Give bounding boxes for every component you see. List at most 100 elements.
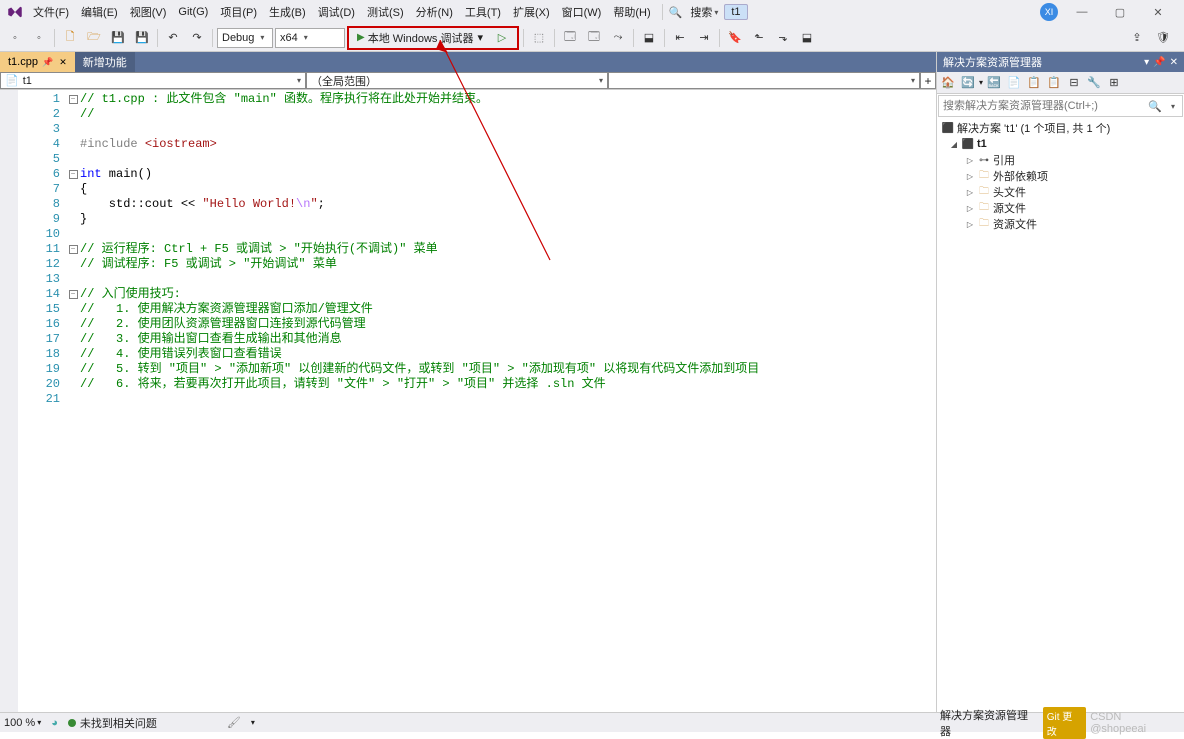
config-dropdown[interactable]: Debug▾ [217, 28, 273, 48]
live-share-icon[interactable]: ⇪ [1126, 27, 1148, 49]
scope-bar: 📄 t1▾ （全局范围）▾ ▾ + [0, 72, 936, 90]
menu-帮助[interactable]: 帮助(H) [608, 2, 655, 22]
folder-icon: ⊶ [977, 153, 991, 167]
folder-icon: 🗀 [977, 217, 991, 231]
panel-search-input[interactable] [939, 96, 1146, 116]
tool-icon-5[interactable]: ⬓ [638, 27, 660, 49]
tree-item[interactable]: ▷⊶引用 [937, 152, 1184, 168]
nav-back-icon[interactable]: ◦ [4, 27, 26, 49]
menu-项目[interactable]: 项目(P) [215, 2, 262, 22]
menu-测试[interactable]: 测试(S) [362, 2, 409, 22]
panel-search[interactable]: 🔍 ▾ [938, 95, 1183, 117]
menu-调试[interactable]: 调试(D) [313, 2, 360, 22]
platform-dropdown[interactable]: x64▾ [275, 28, 345, 48]
project-node[interactable]: ◢ ⬛ t1 [937, 136, 1184, 152]
tool-icon-1[interactable]: ⬚ [528, 27, 550, 49]
side-status-label[interactable]: 解决方案资源管理器 [940, 707, 1039, 739]
menu-编辑[interactable]: 编辑(E) [76, 2, 123, 22]
menu-生成[interactable]: 生成(B) [264, 2, 311, 22]
menu-bar: 文件(F)编辑(E)视图(V)Git(G)项目(P)生成(B)调试(D)测试(S… [0, 0, 1184, 24]
expand-icon[interactable]: ◢ [949, 140, 959, 149]
side-status-bar: 解决方案资源管理器 Git 更改 CSDN @shopeeai [936, 712, 1184, 732]
tab-close-icon[interactable]: ✕ [59, 57, 67, 68]
search-label[interactable]: 搜索 [690, 4, 712, 20]
save-icon[interactable]: 💾 [107, 27, 129, 49]
menu-工具[interactable]: 工具(T) [460, 2, 506, 22]
menu-分析[interactable]: 分析(N) [411, 2, 458, 22]
admin-icon[interactable]: 🛡 [1152, 27, 1174, 49]
pin-icon[interactable]: 📌 [42, 57, 53, 68]
panel-dropdown-icon[interactable]: ▾ [1144, 57, 1149, 68]
tab-label: t1.cpp [8, 56, 38, 68]
panel-pin-icon[interactable]: 📌 [1153, 57, 1165, 68]
back-icon[interactable]: 🔙 [985, 74, 1003, 92]
refresh-icon[interactable]: 📋 [1025, 74, 1043, 92]
search-tag[interactable]: t1 [724, 4, 747, 20]
search-go-icon[interactable]: 🔍 [1146, 96, 1164, 116]
close-button[interactable]: ✕ [1144, 2, 1172, 22]
save-all-icon[interactable]: 💾 [131, 27, 153, 49]
scope-add-button[interactable]: + [920, 72, 936, 89]
expand-icon[interactable]: ▷ [965, 156, 975, 165]
menu-窗口[interactable]: 窗口(W) [557, 2, 607, 22]
solution-tree[interactable]: ⬛ 解决方案 't1' (1 个项目, 共 1 个) ◢ ⬛ t1 ▷⊶引用▷🗀… [937, 118, 1184, 712]
tool-icon-3[interactable]: 🗔 [583, 27, 605, 49]
indent-left-icon[interactable]: ⇤ [669, 27, 691, 49]
panel-close-icon[interactable]: ✕ [1170, 57, 1178, 68]
menu-视图[interactable]: 视图(V) [125, 2, 172, 22]
properties-icon[interactable]: 📋 [1045, 74, 1063, 92]
left-side-strip [0, 90, 18, 712]
expand-icon[interactable]: ▷ [965, 220, 975, 229]
start-without-debug-icon[interactable]: ▷ [491, 27, 513, 49]
tab-whatsnew[interactable]: 新增功能 [75, 52, 135, 72]
open-icon[interactable]: 🗁 [83, 27, 105, 49]
expand-icon[interactable]: ▷ [965, 188, 975, 197]
tool-icon-2[interactable]: 🗔 [559, 27, 581, 49]
tab-t1cpp[interactable]: t1.cpp 📌 ✕ [0, 52, 75, 72]
line-number-gutter: 123456789101112131415161718192021 [18, 90, 66, 712]
user-avatar[interactable]: XI [1040, 3, 1058, 21]
undo-icon[interactable]: ↶ [162, 27, 184, 49]
project-icon: ⬛ [961, 137, 975, 151]
search-icon[interactable]: 🔍 [669, 6, 683, 19]
bookmark-next-icon[interactable]: ⬎ [772, 27, 794, 49]
wrench-icon[interactable]: 🔧 [1085, 74, 1103, 92]
tree-item[interactable]: ▷🗀头文件 [937, 184, 1184, 200]
tree-item[interactable]: ▷🗀外部依赖项 [937, 168, 1184, 184]
expand-icon[interactable]: ▷ [965, 204, 975, 213]
fold-gutter[interactable]: −−−− [66, 90, 80, 712]
bookmark-prev-icon[interactable]: ⬑ [748, 27, 770, 49]
nav-fwd-icon[interactable]: ◦ [28, 27, 50, 49]
tree-item[interactable]: ▷🗀源文件 [937, 200, 1184, 216]
maximize-button[interactable]: ▢ [1106, 2, 1134, 22]
git-badge[interactable]: Git 更改 [1043, 707, 1086, 739]
tool-icon-4[interactable]: ⤳ [607, 27, 629, 49]
scope-global-dropdown[interactable]: （全局范围）▾ [306, 72, 608, 89]
menu-文件[interactable]: 文件(F) [28, 2, 74, 22]
debug-target-label: 本地 Windows 调试器 [368, 30, 474, 46]
indent-right-icon[interactable]: ⇥ [693, 27, 715, 49]
redo-icon[interactable]: ↷ [186, 27, 208, 49]
solution-root[interactable]: ⬛ 解决方案 't1' (1 个项目, 共 1 个) [937, 120, 1184, 136]
bookmark-clear-icon[interactable]: ⬓ [796, 27, 818, 49]
zoom-control[interactable]: 100 %▾ [4, 717, 41, 729]
scope-member-dropdown[interactable]: ▾ [608, 72, 920, 89]
issues-indicator[interactable]: 未找到相关问题 [68, 715, 157, 731]
minimize-button[interactable]: — [1068, 2, 1096, 22]
menu-扩展[interactable]: 扩展(X) [508, 2, 555, 22]
health-icon[interactable]: ◕ [51, 717, 58, 729]
expand-icon[interactable]: ▷ [965, 172, 975, 181]
home-icon[interactable]: 🏠 [939, 74, 957, 92]
brush-icon[interactable]: 🖌 [227, 716, 241, 729]
bookmark-icon[interactable]: 🔖 [724, 27, 746, 49]
collapse-icon[interactable]: ⊟ [1065, 74, 1083, 92]
menu-git[interactable]: Git(G) [173, 4, 213, 20]
filter-icon[interactable]: ⊞ [1105, 74, 1123, 92]
new-project-icon[interactable]: 🗋 [59, 27, 81, 49]
debug-target-button[interactable]: ▶ 本地 Windows 调试器 ▾ [353, 28, 487, 48]
tree-item[interactable]: ▷🗀资源文件 [937, 216, 1184, 232]
scope-project-dropdown[interactable]: 📄 t1▾ [0, 72, 306, 89]
show-all-icon[interactable]: 📄 [1005, 74, 1023, 92]
sync-icon[interactable]: 🔄 [959, 74, 977, 92]
search-dd-icon[interactable]: ▾ [1164, 96, 1182, 116]
